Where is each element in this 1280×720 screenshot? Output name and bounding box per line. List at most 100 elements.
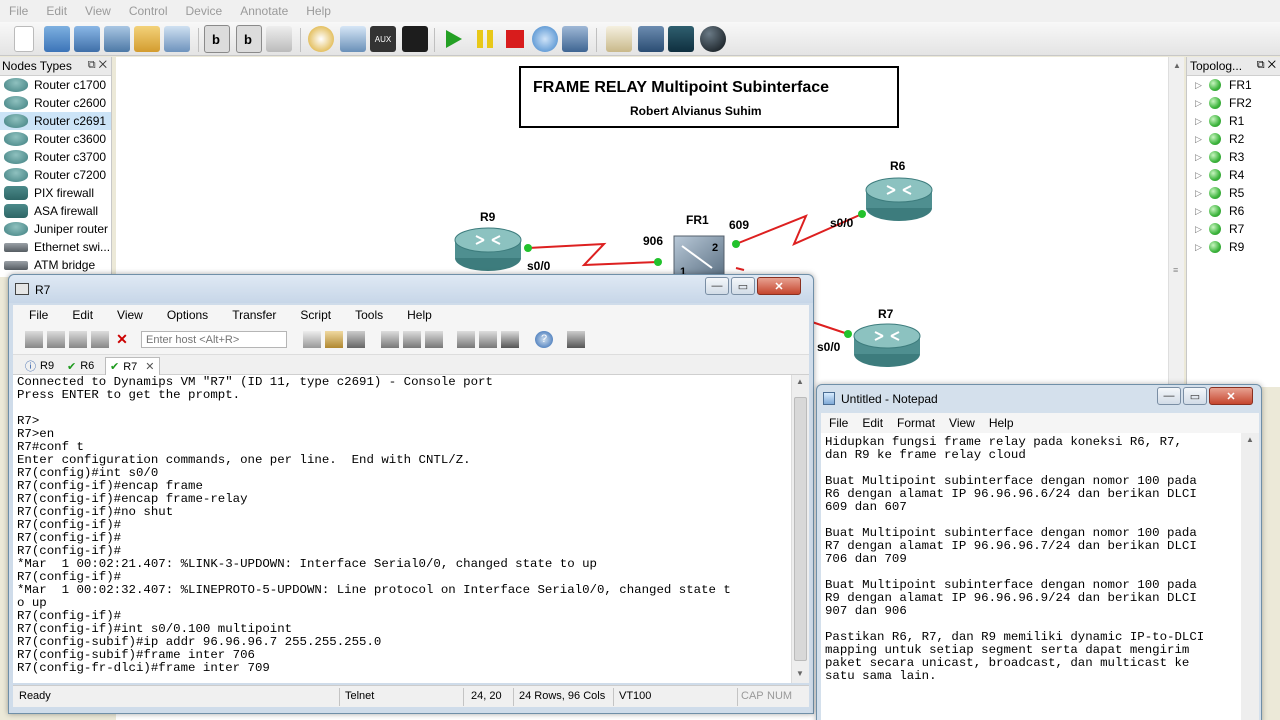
notepad-text-area[interactable]: Hidupkan fungsi frame relay pada koneksi…: [821, 433, 1241, 720]
node-type-item[interactable]: ATM bridge: [0, 256, 111, 274]
minimize-button[interactable]: —: [705, 277, 729, 295]
crt-menu-help[interactable]: Help: [391, 308, 440, 322]
crt-menu-edit[interactable]: Edit: [56, 308, 101, 322]
find-icon[interactable]: [347, 331, 365, 348]
terminal-output[interactable]: Connected to Dynamips VM "R7" (ID 11, ty…: [13, 375, 791, 683]
session-tab-r7[interactable]: ✔ R7 ✕: [105, 357, 160, 375]
expand-arrow-icon[interactable]: ▷: [1195, 170, 1207, 181]
notepad-menu-edit[interactable]: Edit: [854, 416, 889, 430]
connect-tab-icon[interactable]: [69, 331, 87, 348]
start-icon[interactable]: [440, 26, 466, 52]
notepad-maximize-button[interactable]: ▭: [1183, 387, 1207, 405]
expand-arrow-icon[interactable]: ▷: [1195, 152, 1207, 163]
project-folder-icon[interactable]: [134, 26, 160, 52]
open-folder-icon[interactable]: [44, 26, 70, 52]
securecrt-titlebar[interactable]: R7 — ▭ ✕: [9, 275, 813, 303]
suspend-icon[interactable]: [472, 26, 498, 52]
tab-close-icon[interactable]: ✕: [145, 360, 154, 373]
session-tab-r9[interactable]: ⓘ R9: [21, 357, 58, 375]
print-screen-icon[interactable]: [425, 331, 443, 348]
show-hostnames-icon[interactable]: b: [236, 25, 262, 53]
expand-arrow-icon[interactable]: ▷: [1195, 206, 1207, 217]
node-type-item[interactable]: PIX firewall: [0, 184, 111, 202]
terminal-scrollbar[interactable]: ▲ ▼: [791, 375, 809, 683]
node-type-item[interactable]: Router c1700: [0, 76, 111, 94]
panel-float-close-icon[interactable]: ⧉ ✕: [1257, 59, 1276, 72]
expand-arrow-icon[interactable]: ▷: [1195, 116, 1207, 127]
disconnect-icon[interactable]: ✕: [113, 331, 131, 348]
print-selection-icon[interactable]: [403, 331, 421, 348]
crt-menu-transfer[interactable]: Transfer: [216, 308, 284, 322]
crt-menu-options[interactable]: Options: [151, 308, 216, 322]
node-type-item[interactable]: Router c7200: [0, 166, 111, 184]
keymap-icon[interactable]: [501, 331, 519, 348]
session-options-icon[interactable]: [457, 331, 475, 348]
help-icon[interactable]: ?: [535, 331, 553, 348]
save-icon[interactable]: [74, 26, 100, 52]
node-type-item[interactable]: Router c3600: [0, 130, 111, 148]
title-annotation-box[interactable]: [519, 66, 899, 128]
draw-ellipse-icon[interactable]: [700, 26, 726, 52]
node-type-item[interactable]: ASA firewall: [0, 202, 111, 220]
menu-file[interactable]: File: [0, 4, 37, 18]
global-options-icon[interactable]: [479, 331, 497, 348]
session-tab-r6[interactable]: ✔ R6: [63, 357, 98, 375]
router-r7[interactable]: [853, 323, 921, 367]
expand-arrow-icon[interactable]: ▷: [1195, 188, 1207, 199]
new-file-icon[interactable]: [14, 26, 34, 52]
add-note-icon[interactable]: [606, 26, 632, 52]
reconnect-icon[interactable]: [91, 331, 109, 348]
maximize-button[interactable]: ▭: [731, 277, 755, 295]
console-icon[interactable]: [402, 26, 428, 52]
quick-connect-icon[interactable]: [47, 331, 65, 348]
topology-item[interactable]: ▷ R4: [1187, 166, 1280, 184]
topology-item[interactable]: ▷ R3: [1187, 148, 1280, 166]
notepad-menu-help[interactable]: Help: [981, 416, 1020, 430]
enter-host-input[interactable]: [141, 331, 287, 348]
topology-item[interactable]: ▷ R6: [1187, 202, 1280, 220]
print-icon[interactable]: [381, 331, 399, 348]
crt-menu-script[interactable]: Script: [284, 308, 339, 322]
notepad-scrollbar[interactable]: ▲: [1241, 433, 1259, 720]
notepad-close-button[interactable]: ✕: [1209, 387, 1253, 405]
node-type-item[interactable]: Ethernet swi...: [0, 238, 111, 256]
terminal-scroll-thumb[interactable]: [794, 397, 807, 661]
crt-menu-tools[interactable]: Tools: [339, 308, 391, 322]
notepad-menu-file[interactable]: File: [821, 416, 854, 430]
topology-item[interactable]: ▷ FR2: [1187, 94, 1280, 112]
menu-annotate[interactable]: Annotate: [231, 4, 297, 18]
panel-float-close-icon[interactable]: ⧉ ✕: [88, 59, 107, 72]
topology-item[interactable]: ▷ R5: [1187, 184, 1280, 202]
node-type-item[interactable]: Juniper router: [0, 220, 111, 238]
menu-edit[interactable]: Edit: [37, 4, 76, 18]
menu-view[interactable]: View: [76, 4, 120, 18]
menu-help[interactable]: Help: [297, 4, 340, 18]
save-as-icon[interactable]: [104, 26, 130, 52]
menu-device[interactable]: Device: [177, 4, 232, 18]
topology-item[interactable]: ▷ R2: [1187, 130, 1280, 148]
copy-icon[interactable]: [303, 331, 321, 348]
expand-arrow-icon[interactable]: ▷: [1195, 80, 1207, 91]
snapshot-icon[interactable]: [164, 26, 190, 52]
insert-picture-icon[interactable]: [638, 26, 664, 52]
close-button[interactable]: ✕: [757, 277, 801, 295]
add-link-icon[interactable]: [266, 26, 292, 52]
stop-icon[interactable]: [502, 26, 528, 52]
expand-arrow-icon[interactable]: ▷: [1195, 242, 1207, 253]
node-type-item[interactable]: Router c2600: [0, 94, 111, 112]
notepad-minimize-button[interactable]: —: [1157, 387, 1181, 405]
topology-item[interactable]: ▷ FR1: [1187, 76, 1280, 94]
crt-menu-view[interactable]: View: [101, 308, 151, 322]
topology-item[interactable]: ▷ R9: [1187, 238, 1280, 256]
virtualbox-icon[interactable]: [562, 26, 588, 52]
crt-menu-file[interactable]: File: [13, 308, 56, 322]
topology-item[interactable]: ▷ R7: [1187, 220, 1280, 238]
link-fr1-r7[interactable]: [811, 321, 849, 335]
notepad-menu-format[interactable]: Format: [889, 416, 941, 430]
topology-item[interactable]: ▷ R1: [1187, 112, 1280, 130]
expand-arrow-icon[interactable]: ▷: [1195, 224, 1207, 235]
expand-arrow-icon[interactable]: ▷: [1195, 98, 1207, 109]
menu-control[interactable]: Control: [120, 4, 177, 18]
notepad-menu-view[interactable]: View: [941, 416, 981, 430]
reload-icon[interactable]: [532, 26, 558, 52]
